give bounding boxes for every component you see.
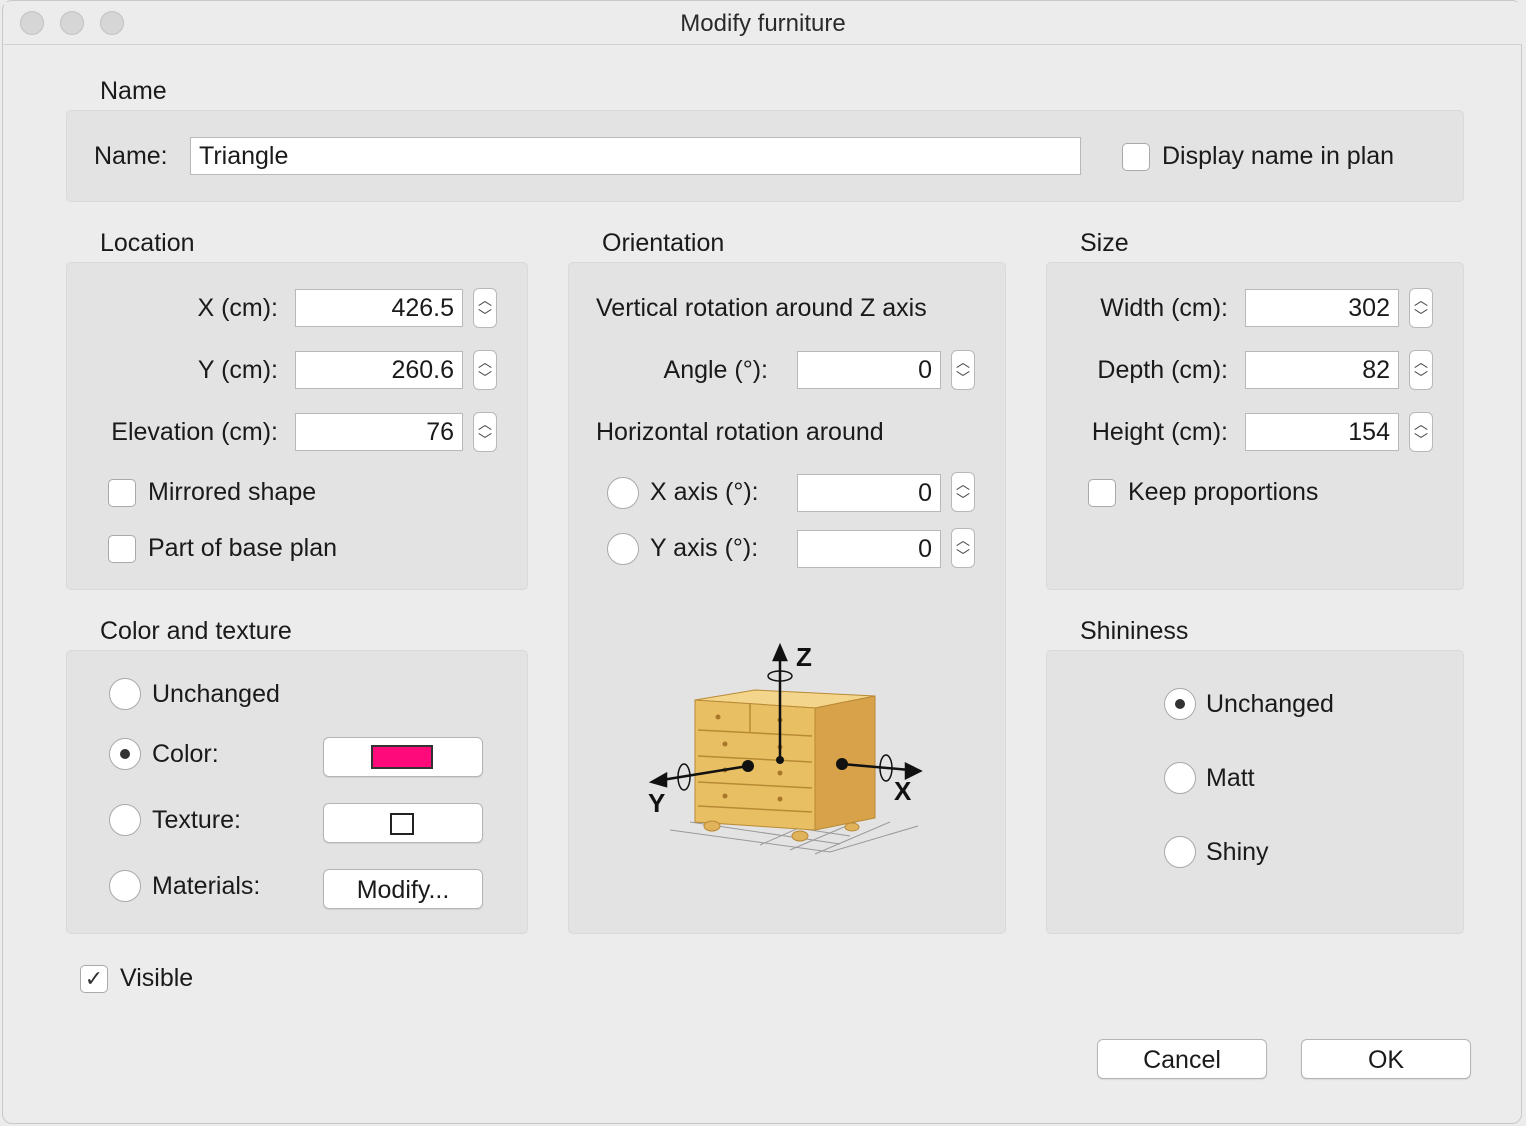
texture-radio[interactable] xyxy=(109,804,141,836)
y-axis-label: Y axis (°): xyxy=(650,534,759,562)
height-spinner[interactable]: ︿ ﹀ xyxy=(1409,412,1433,452)
size-section-header: Size xyxy=(1080,229,1129,257)
window-title: Modify furniture xyxy=(680,10,846,37)
depth-field[interactable]: 82 xyxy=(1245,351,1399,389)
display-name-label: Display name in plan xyxy=(1162,142,1395,170)
x-axis-radio[interactable] xyxy=(607,477,639,509)
y-label: Y (cm): xyxy=(197,356,278,384)
mirrored-shape-label: Mirrored shape xyxy=(148,478,317,506)
angle-field[interactable]: 0 xyxy=(797,351,941,389)
x-label: X (cm): xyxy=(197,294,278,322)
name-label: Name: xyxy=(94,142,168,170)
matt-label: Matt xyxy=(1206,764,1255,792)
y-field[interactable]: 260.6 xyxy=(295,351,463,389)
visible-checkbox[interactable]: ✓ xyxy=(80,965,108,993)
texture-picker-button[interactable] xyxy=(323,803,483,843)
mirrored-shape-checkbox[interactable] xyxy=(108,479,136,507)
texture-label: Texture: xyxy=(152,806,241,834)
height-field[interactable]: 154 xyxy=(1245,413,1399,451)
visible-label: Visible xyxy=(120,964,194,992)
orientation-section-header: Orientation xyxy=(602,229,725,257)
vertical-rotation-title: Vertical rotation around Z axis xyxy=(596,294,927,322)
name-section-header: Name xyxy=(100,77,167,105)
color-picker-button[interactable] xyxy=(323,737,483,777)
y-axis-spinner[interactable]: ︿ ﹀ xyxy=(951,528,975,568)
color-unchanged-radio[interactable] xyxy=(109,678,141,710)
elevation-label: Elevation (cm): xyxy=(111,418,278,446)
ok-button[interactable]: OK xyxy=(1301,1039,1471,1079)
elevation-field[interactable]: 76 xyxy=(295,413,463,451)
color-radio[interactable] xyxy=(109,738,141,770)
y-spinner[interactable]: ︿ ﹀ xyxy=(473,350,497,390)
elevation-spinner[interactable]: ︿ ﹀ xyxy=(473,412,497,452)
keep-proportions-checkbox[interactable] xyxy=(1088,479,1116,507)
shiny-radio[interactable] xyxy=(1164,836,1196,868)
color-texture-section-header: Color and texture xyxy=(100,617,292,645)
x-spinner[interactable]: ︿ ﹀ xyxy=(473,288,497,328)
base-plan-label: Part of base plan xyxy=(148,534,338,562)
furniture-rotation-illustration: Z Y X xyxy=(648,642,923,855)
width-field[interactable]: 302 xyxy=(1245,289,1399,327)
location-section-header: Location xyxy=(100,229,195,257)
color-swatch xyxy=(371,745,433,769)
base-plan-checkbox[interactable] xyxy=(108,535,136,563)
name-field[interactable]: Triangle xyxy=(190,137,1081,175)
materials-label: Materials: xyxy=(152,872,261,900)
x-axis-label: X axis (°): xyxy=(650,478,759,506)
x-axis-field[interactable]: 0 xyxy=(797,474,941,512)
modify-materials-button[interactable]: Modify... xyxy=(323,869,483,909)
keep-proportions-label: Keep proportions xyxy=(1128,478,1319,506)
color-unchanged-label: Unchanged xyxy=(152,680,280,708)
texture-swatch xyxy=(390,813,414,835)
y-axis-radio[interactable] xyxy=(607,533,639,565)
angle-spinner[interactable]: ︿ ﹀ xyxy=(951,350,975,390)
cancel-button[interactable]: Cancel xyxy=(1097,1039,1267,1079)
y-axis-field[interactable]: 0 xyxy=(797,530,941,568)
depth-spinner[interactable]: ︿ ﹀ xyxy=(1409,350,1433,390)
shininess-unchanged-label: Unchanged xyxy=(1206,690,1334,718)
depth-label: Depth (cm): xyxy=(1097,356,1228,384)
x-axis-letter: X xyxy=(894,776,912,806)
width-label: Width (cm): xyxy=(1100,294,1228,322)
shininess-unchanged-radio[interactable] xyxy=(1164,688,1196,720)
horizontal-rotation-title: Horizontal rotation around xyxy=(596,418,884,446)
materials-radio[interactable] xyxy=(109,870,141,902)
display-name-checkbox[interactable] xyxy=(1122,143,1150,171)
color-label: Color: xyxy=(152,740,219,768)
matt-radio[interactable] xyxy=(1164,762,1196,794)
angle-label: Angle (°): xyxy=(663,356,768,384)
shiny-label: Shiny xyxy=(1206,838,1269,866)
x-field[interactable]: 426.5 xyxy=(295,289,463,327)
width-spinner[interactable]: ︿ ﹀ xyxy=(1409,288,1433,328)
shininess-section-header: Shininess xyxy=(1080,617,1189,645)
z-axis-letter: Z xyxy=(796,642,812,672)
x-axis-spinner[interactable]: ︿ ﹀ xyxy=(951,472,975,512)
y-axis-letter: Y xyxy=(648,788,665,818)
height-label: Height (cm): xyxy=(1091,418,1228,446)
